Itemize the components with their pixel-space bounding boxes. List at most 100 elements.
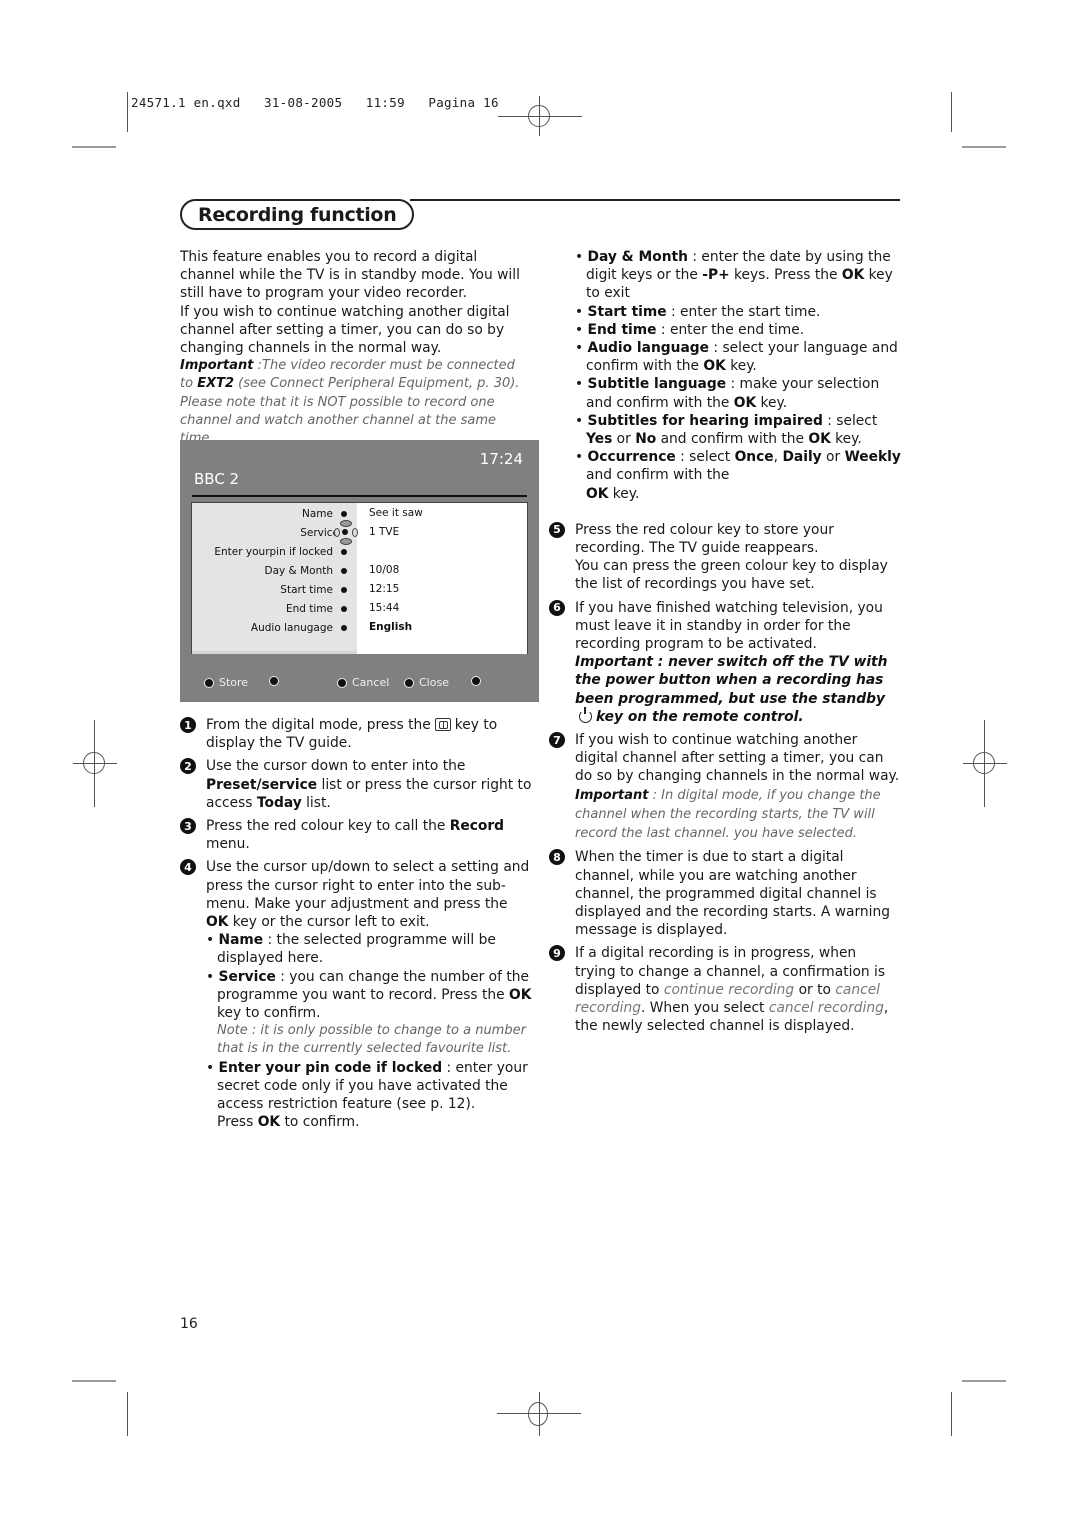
bullet-icon bbox=[341, 606, 347, 612]
ok-key-label: OK bbox=[808, 431, 831, 448]
setting-audio-desc: • Audio language : select your language … bbox=[575, 340, 898, 375]
step-number: 4 bbox=[180, 859, 196, 876]
registration-mark bbox=[83, 752, 105, 774]
important-note: Important :The video recorder must be co… bbox=[180, 357, 532, 448]
step-1: 1 From the digital mode, press the key to … bbox=[180, 716, 532, 752]
setting-row-name[interactable]: Name See it saw bbox=[192, 505, 527, 524]
cancel-button[interactable]: Cancel bbox=[337, 676, 389, 689]
tv-color-key-bar: Store Cancel Close bbox=[180, 676, 539, 692]
crop-mark bbox=[127, 92, 128, 132]
bold-term: Start time bbox=[587, 303, 667, 320]
registration-mark bbox=[973, 752, 995, 774]
important-label: Important bbox=[575, 787, 649, 803]
ok-key-label: OK bbox=[703, 358, 726, 375]
setting-day-month-desc: • Day & Month : enter the date by using … bbox=[575, 249, 893, 302]
warning-text: key on the remote control. bbox=[596, 708, 804, 725]
setting-label: Enter yourpin if locked bbox=[214, 546, 333, 558]
crop-mark bbox=[951, 1392, 952, 1436]
desc-text: : enter the start time. bbox=[666, 303, 821, 320]
crop-mark bbox=[951, 92, 952, 132]
setting-row-audio-language[interactable]: Audio lanugage English bbox=[192, 619, 527, 638]
setting-hearing-desc: • Subtitles for hearing impaired : selec… bbox=[575, 412, 878, 448]
bold-term: Subtitles for hearing impaired bbox=[587, 412, 823, 429]
right-column: • Day & Month : enter the date by using … bbox=[549, 248, 901, 1035]
desc-text: key. bbox=[725, 358, 757, 375]
crop-mark bbox=[72, 1380, 116, 1382]
option-term: continue recording bbox=[663, 981, 795, 998]
ok-key-label: OK bbox=[206, 914, 229, 931]
white-key-button[interactable] bbox=[471, 676, 481, 686]
service-note: Note : it is only possible to change to … bbox=[217, 1023, 526, 1057]
step-2: 2 Use the cursor down to enter into the P… bbox=[180, 757, 532, 812]
setting-value: 10/08 bbox=[369, 564, 400, 576]
setting-row-day-month[interactable]: Day & Month 10/08 bbox=[192, 562, 527, 581]
bold-term: Yes bbox=[586, 431, 613, 448]
setting-row-service[interactable]: Service 1 TVE bbox=[192, 520, 527, 545]
bullet-icon bbox=[341, 549, 347, 555]
close-button[interactable]: Close bbox=[404, 676, 449, 689]
intro-paragraph: This feature enables you to record a dig… bbox=[180, 249, 520, 302]
step-7: 7 If you wish to continue watching anothe… bbox=[549, 731, 901, 843]
setting-label: End time bbox=[285, 603, 333, 615]
setting-label: Start time bbox=[280, 584, 333, 596]
registration-mark bbox=[528, 105, 550, 127]
warning-text: Important : never switch off the TV with… bbox=[575, 654, 888, 707]
close-label: Close bbox=[419, 676, 449, 689]
option-term: cancel recording bbox=[768, 999, 884, 1016]
left-column: This feature enables you to record a dig… bbox=[180, 248, 532, 448]
setting-label: Audio lanugage bbox=[250, 622, 333, 634]
desc-text: key. bbox=[830, 431, 862, 448]
step-text: menu. bbox=[206, 836, 250, 853]
step-text: When the timer is due to start a digital… bbox=[575, 849, 890, 939]
green-key-button[interactable] bbox=[269, 676, 279, 686]
bold-term: Name bbox=[218, 932, 264, 949]
setting-pin-desc: • Enter your pin code if locked : enter … bbox=[206, 1059, 528, 1113]
setting-value: English bbox=[369, 621, 413, 633]
step-text: From the digital mode, press the bbox=[206, 717, 431, 733]
step-text: Use the cursor down to enter into the bbox=[206, 758, 466, 775]
pin-confirm: Press OK to confirm. bbox=[206, 1113, 532, 1131]
desc-text: to confirm. bbox=[280, 1114, 360, 1131]
step-3: 3 Press the red colour key to call the Re… bbox=[180, 817, 532, 853]
blue-key-icon bbox=[404, 677, 414, 688]
bold-term: End time bbox=[587, 321, 657, 338]
step-number: 8 bbox=[549, 849, 565, 866]
settings-list-continued: • Day & Month : enter the date by using … bbox=[549, 248, 901, 503]
intro-paragraph-2: If you wish to continue watching another… bbox=[180, 303, 510, 357]
green-key-icon bbox=[269, 676, 279, 686]
bold-term: Audio language bbox=[587, 340, 710, 357]
setting-row-start-time[interactable]: Start time 12:15 bbox=[192, 581, 527, 600]
white-key-icon bbox=[471, 676, 481, 686]
tv-record-menu-screenshot: 17:24 BBC 2 Name See it saw Service 1 TV… bbox=[180, 440, 539, 702]
tv-channel-name: BBC 2 bbox=[194, 470, 240, 488]
step-5: 5 Press the red colour key to store your … bbox=[549, 521, 901, 594]
file-slug: 24571.1 en.qxd 31-08-2005 11:59 Pagina 1… bbox=[131, 95, 499, 110]
step-number: 7 bbox=[549, 732, 565, 749]
bullet-icon bbox=[341, 625, 347, 631]
page-title: Recording function bbox=[180, 199, 415, 230]
step-text: Use the cursor up/down to select a setti… bbox=[206, 859, 530, 912]
setting-row-end-time[interactable]: End time 15:44 bbox=[192, 600, 527, 619]
setting-name-desc: • Name : the selected programme will be … bbox=[206, 932, 496, 967]
bullet-icon bbox=[341, 568, 347, 574]
bold-term: Subtitle language bbox=[587, 376, 727, 393]
ext2-label: EXT2 bbox=[197, 376, 235, 392]
crop-mark bbox=[127, 1392, 128, 1436]
store-button[interactable]: Store bbox=[204, 676, 248, 689]
setting-row-pin[interactable]: Enter yourpin if locked bbox=[192, 543, 527, 562]
bullet-icon bbox=[341, 511, 347, 517]
tv-guide-key-icon bbox=[434, 718, 451, 731]
step-text: If you wish to continue watching another… bbox=[575, 732, 900, 785]
record-settings-panel: Name See it saw Service 1 TVE Enter your… bbox=[191, 502, 528, 654]
tv-clock: 17:24 bbox=[479, 450, 523, 468]
setting-start-time-desc: • Start time : enter the start time. bbox=[575, 303, 821, 320]
important-note: Important : In digital mode, if you chan… bbox=[575, 788, 881, 841]
step-number: 5 bbox=[549, 521, 565, 538]
ok-key-label: OK bbox=[586, 485, 609, 502]
desc-text: : select bbox=[675, 449, 735, 466]
bold-term: Once bbox=[734, 449, 774, 466]
bold-term: Preset/service bbox=[206, 776, 318, 793]
store-label: Store bbox=[219, 676, 249, 689]
step-8: 8 When the timer is due to start a digita… bbox=[549, 848, 901, 939]
panel-strip bbox=[192, 651, 527, 654]
